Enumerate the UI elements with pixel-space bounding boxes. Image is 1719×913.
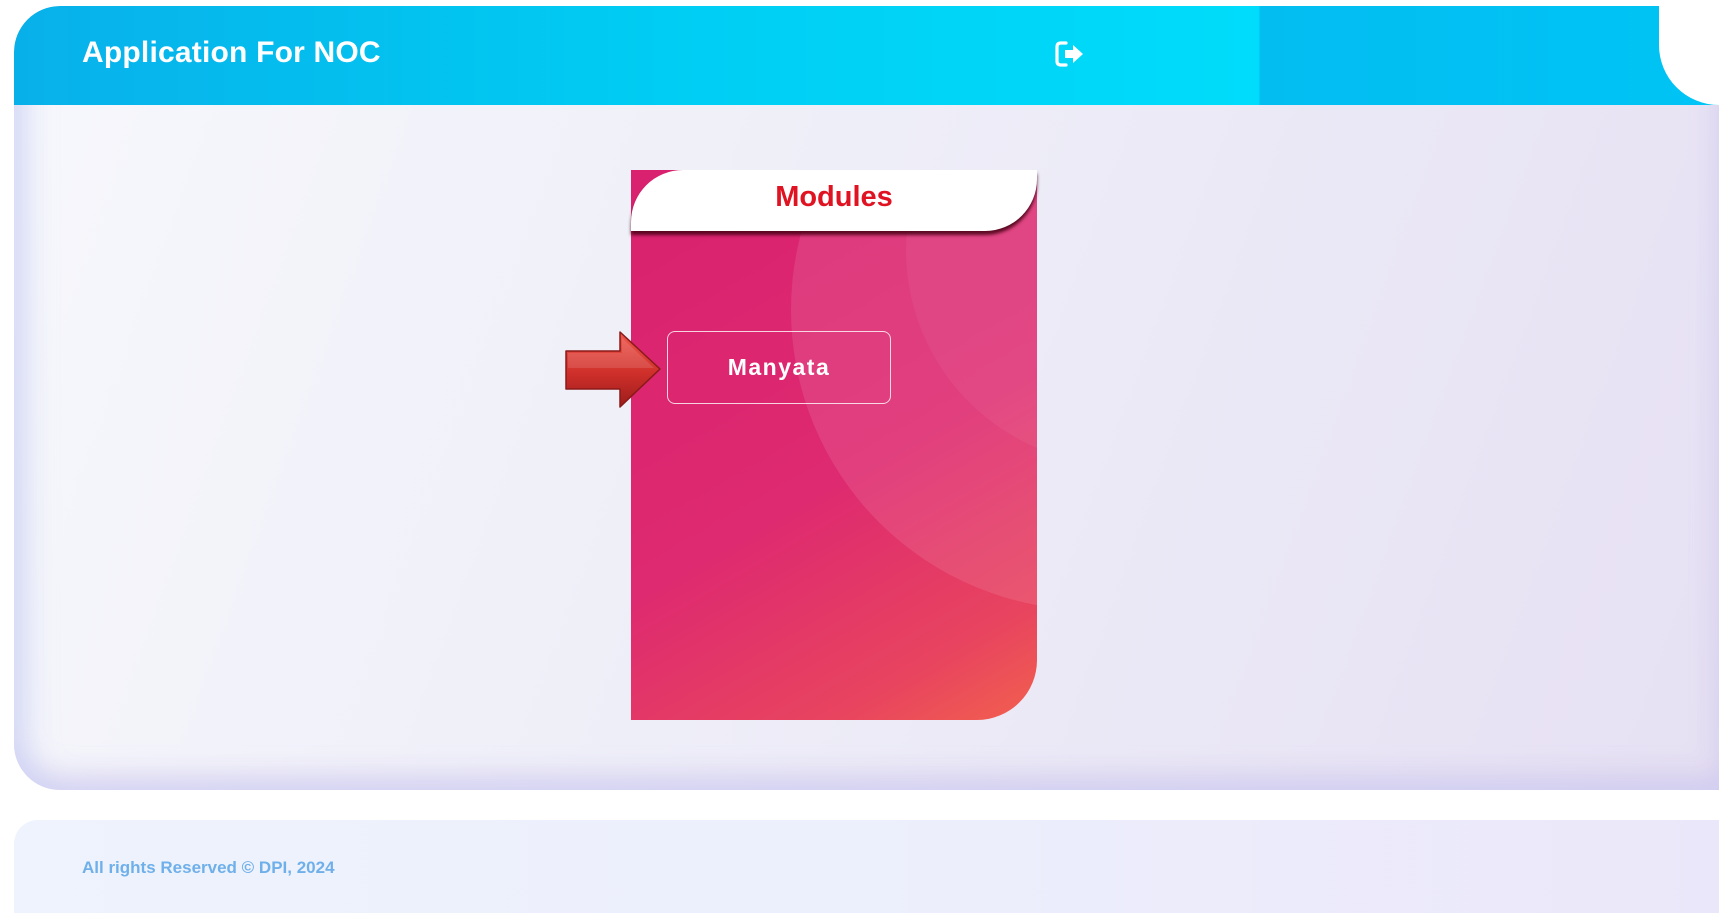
modules-title: Modules xyxy=(775,181,893,213)
red-arrow-icon xyxy=(565,331,661,408)
logout-icon[interactable] xyxy=(1052,37,1086,71)
header-bar: Application For NOC xyxy=(14,6,1719,105)
modules-card-header: Modules xyxy=(631,170,1037,231)
modules-card xyxy=(631,170,1037,720)
module-button-manyata[interactable]: Manyata xyxy=(667,331,891,404)
app-title: Application For NOC xyxy=(82,36,381,69)
footer-copyright: All rights Reserved © DPI, 2024 xyxy=(82,858,335,877)
footer: All rights Reserved © DPI, 2024 xyxy=(14,820,1719,913)
